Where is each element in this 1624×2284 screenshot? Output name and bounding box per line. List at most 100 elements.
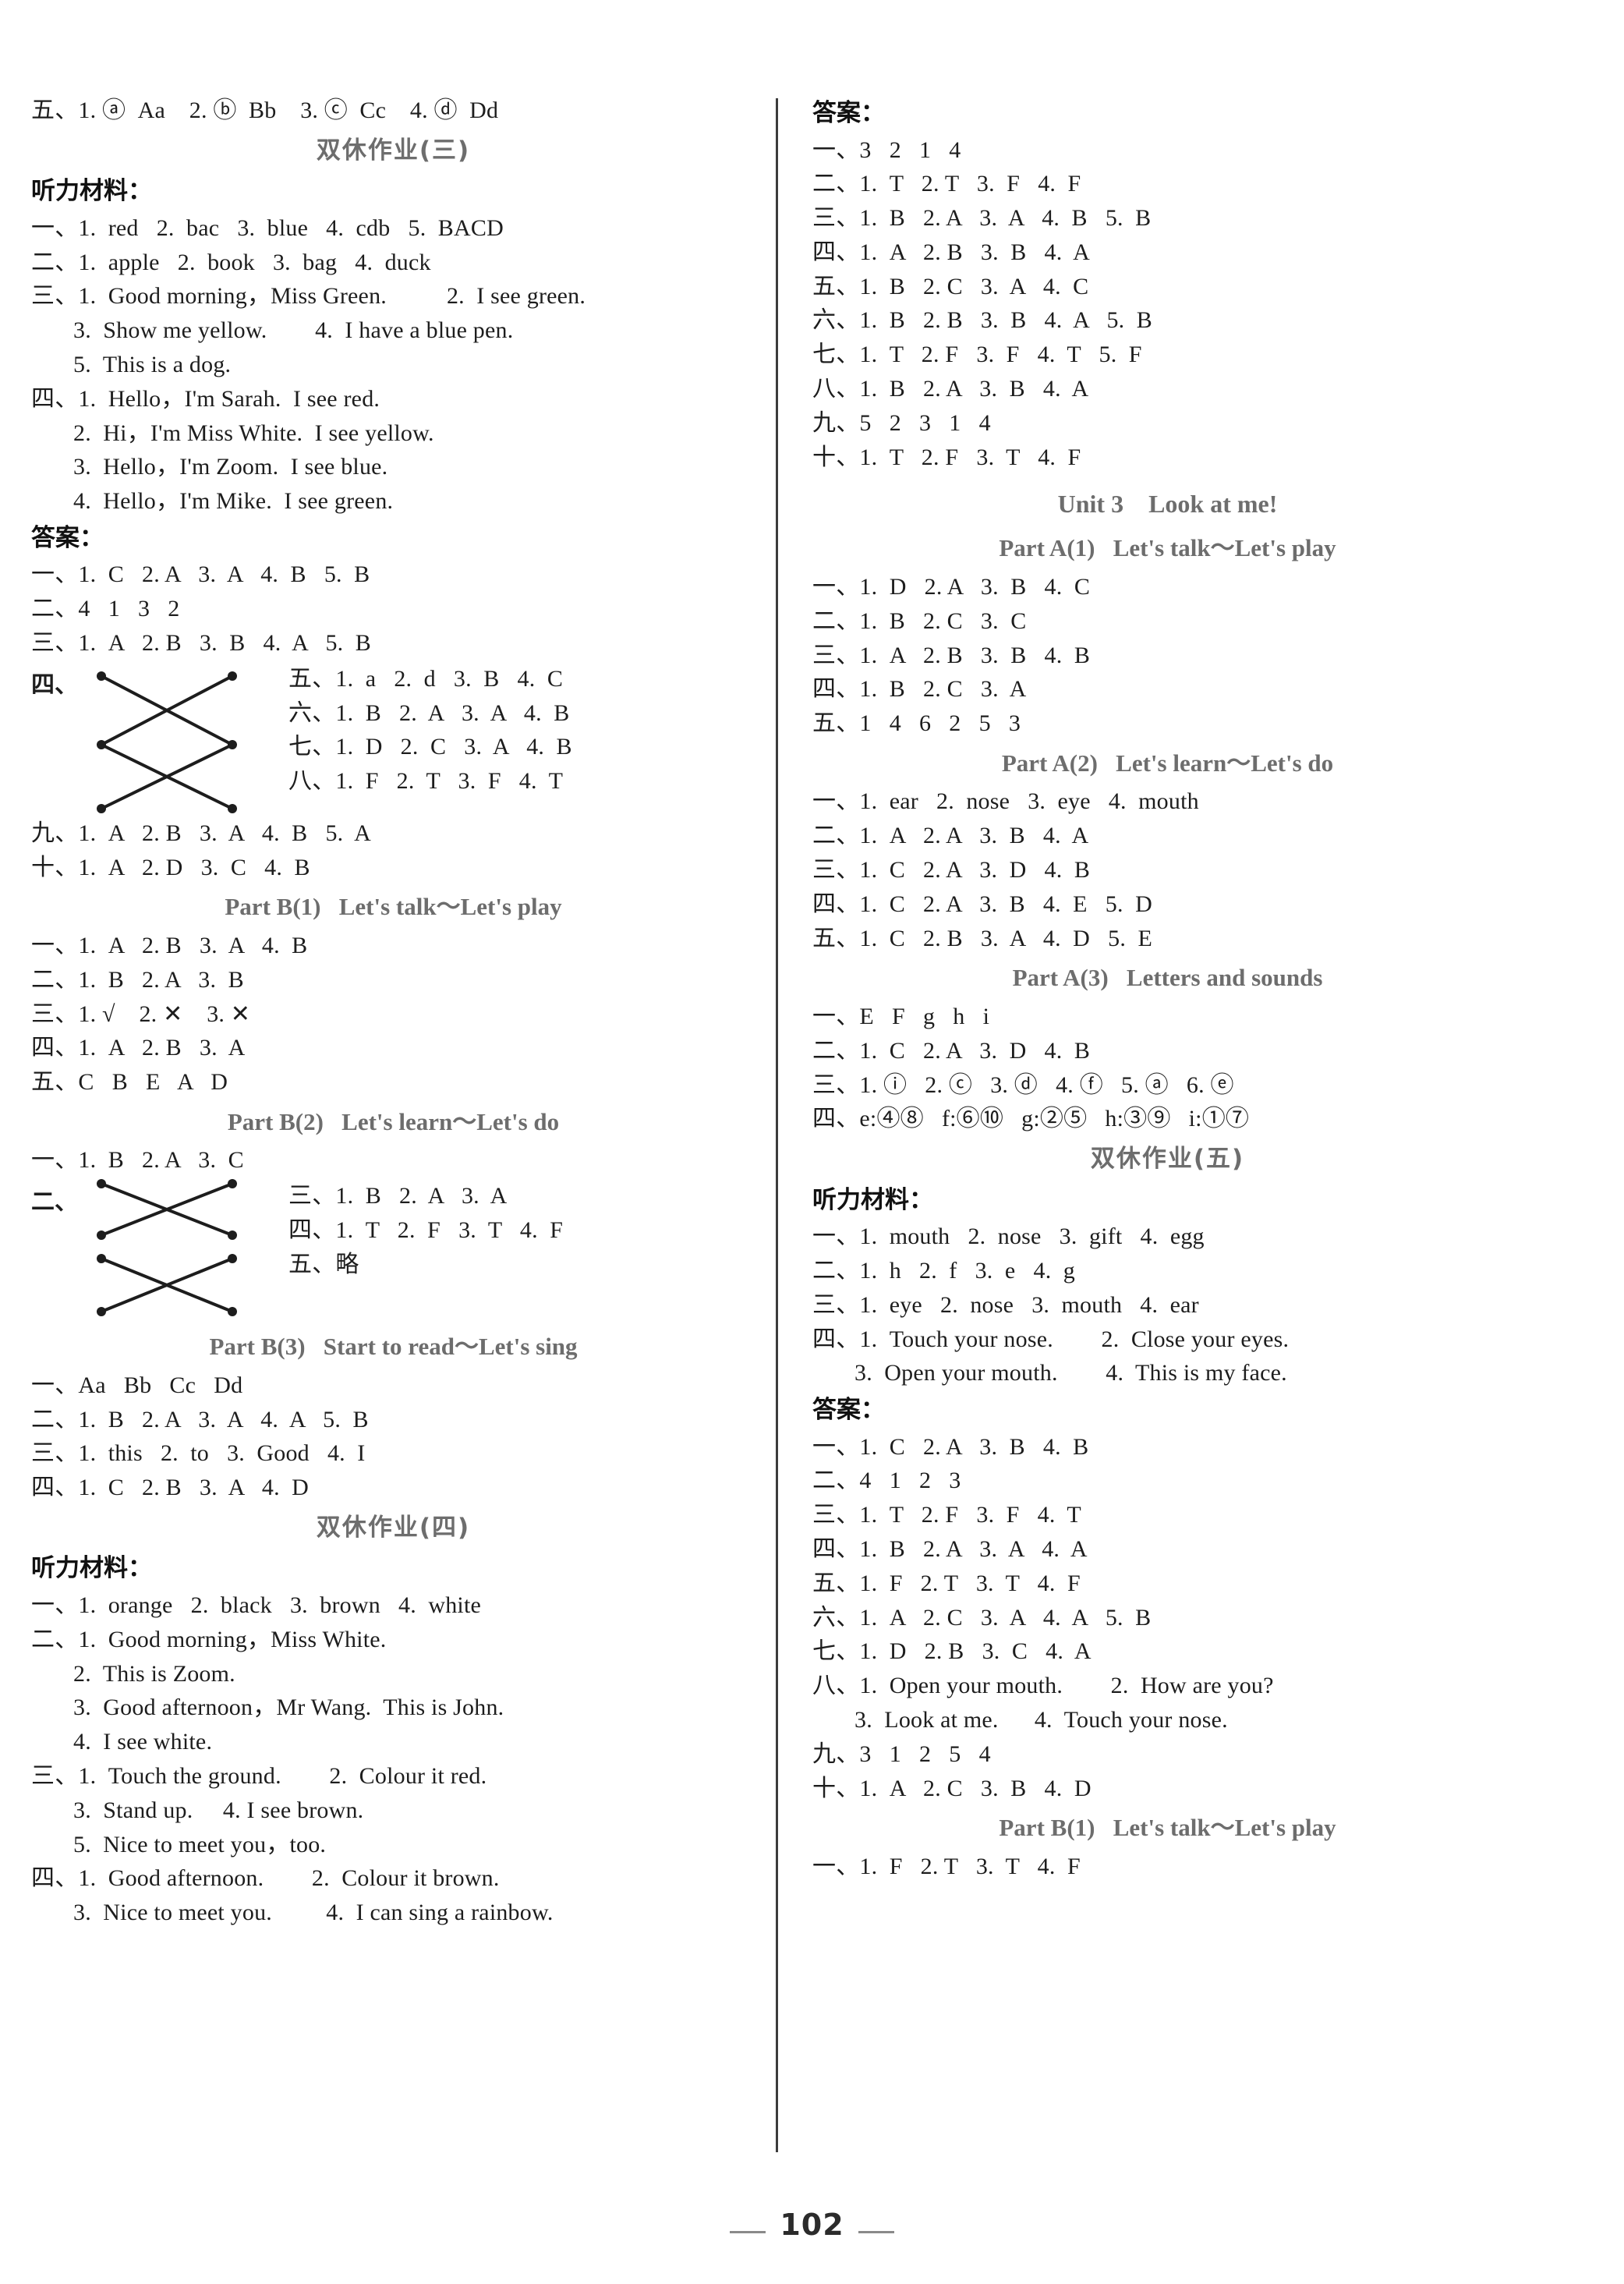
- listening-line: 3. Stand up. 4. I see brown.: [73, 1797, 364, 1823]
- answers-label: 答案：: [31, 523, 104, 552]
- answer-line: 五、1. B 2. C 3. A 4. C: [812, 273, 1089, 299]
- answer-line: 三、1. A 2. B 3. B 4. B: [812, 642, 1091, 668]
- answer-line-circled-numbers: 四、e:④⑧ f:⑥⑩ g:②⑤ h:③⑨ i:①⑦: [812, 1106, 1250, 1132]
- heading-part-b1: Part B(1) Let's talk～Let's play: [999, 1814, 1336, 1842]
- left-column: 五、1. ⓐ Aa 2. ⓑ Bb 3. ⓒ Cc 4. ⓓ Dd 双休作业(三…: [31, 94, 776, 1930]
- listening-line: 四、1. Touch your nose. 2. Close your eyes…: [812, 1326, 1290, 1352]
- listening-line: 二、1. apple 2. book 3. bag 4. duck: [31, 249, 431, 275]
- matching-diagram-2-side-answers: 三、1. B 2. A 3. A 四、1. T 2. F 3. T 4. F 五…: [288, 1177, 755, 1281]
- answer-line: 一、1. F 2. T 3. T 4. F: [812, 1853, 1081, 1879]
- answer-line: 四、1. T 2. F 3. T 4. F: [288, 1217, 564, 1244]
- answer-line: 六、1. B 2. B 3. B 4. A 5. B: [812, 307, 1152, 334]
- page-number: 102: [780, 2208, 844, 2242]
- heading-part-a3: Part A(3) Letters and sounds: [1012, 964, 1323, 992]
- listening-line: 2. This is Zoom.: [73, 1660, 235, 1687]
- answer-line: 二、1. C 2. A 3. D 4. B: [812, 1037, 1091, 1064]
- heading-weekend-assignment-3: 双休作业(三): [316, 136, 471, 165]
- answer-line: 三、1. A 2. B 3. B 4. A 5. B: [31, 630, 371, 657]
- listening-material-label: 听力材料：: [31, 1554, 152, 1583]
- answer-line: 八、1. B 2. A 3. B 4. A: [812, 376, 1089, 402]
- answer-line: 一、1. D 2. A 3. B 4. C: [812, 573, 1091, 600]
- answer-line: 三、1. B 2. A 3. A: [288, 1183, 508, 1209]
- listening-line: 3. Hello，I'm Zoom. I see blue.: [73, 454, 388, 480]
- answer-line-five-letters: 五、1. ⓐ Aa 2. ⓑ Bb 3. ⓒ Cc 4. ⓓ Dd: [31, 97, 499, 123]
- heading-unit-3: Unit 3 Look at me!: [1057, 490, 1278, 519]
- listening-line: 5. This is a dog.: [73, 351, 232, 377]
- answer-line: 二、4 1 2 3: [812, 1468, 961, 1494]
- footer-dash-left: [730, 2230, 766, 2233]
- answer-line: 九、3 1 2 5 4: [812, 1740, 991, 1767]
- two-column-layout: 五、1. ⓐ Aa 2. ⓑ Bb 3. ⓒ Cc 4. ⓓ Dd 双休作业(三…: [31, 94, 1593, 2152]
- answer-line: 二、1. B 2. A 3. A 4. A 5. B: [31, 1406, 369, 1432]
- answer-line: 七、1. D 2. B 3. C 4. A: [812, 1638, 1092, 1665]
- answer-line: 五、1 4 6 2 5 3: [812, 710, 1021, 737]
- answer-line: 七、1. D 2. C 3. A 4. B: [288, 734, 572, 760]
- answer-line: 六、1. A 2. C 3. A 4. A 5. B: [812, 1604, 1152, 1631]
- answer-line: 四、1. C 2. B 3. A 4. D: [31, 1475, 310, 1501]
- footer-dash-right: [858, 2230, 894, 2233]
- answer-line: 四、1. A 2. B 3. A: [31, 1035, 246, 1061]
- answer-line: 三、1. √ 2. ✕ 3. ✕: [31, 1000, 251, 1027]
- listening-line: 5. Nice to meet you，too.: [73, 1831, 327, 1857]
- listening-line: 二、1. Good morning，Miss White.: [31, 1626, 387, 1652]
- listening-line: 三、1. Touch the ground. 2. Colour it red.: [31, 1762, 487, 1789]
- listening-line: 四、1. Hello，I'm Sarah. I see red.: [31, 385, 380, 412]
- listening-line: 3. Show me yellow. 4. I have a blue pen.: [73, 317, 514, 344]
- answer-line: 一、E F g h i: [812, 1003, 990, 1029]
- answers-label: 答案：: [812, 99, 885, 127]
- answer-line: 一、Aa Bb Cc Dd: [31, 1372, 243, 1398]
- listening-line: 4. Hello，I'm Mike. I see green.: [73, 488, 394, 515]
- heading-weekend-assignment-5: 双休作业(五): [1090, 1145, 1245, 1174]
- listening-line: 四、1. Good afternoon. 2. Colour it brown.: [31, 1865, 500, 1892]
- crossing-lines-icon: [97, 1179, 237, 1317]
- listening-line: 3. Good afternoon，Mr Wang. This is John.: [73, 1694, 504, 1721]
- listening-material-label: 听力材料：: [31, 177, 152, 206]
- matching-diagram-2-label: 二、: [31, 1188, 78, 1216]
- answer-line: 一、1. B 2. A 3. C: [31, 1147, 244, 1174]
- answer-line: 3. Look at me. 4. Touch your nose.: [854, 1706, 1228, 1733]
- heading-part-b2: Part B(2) Let's learn～Let's do: [227, 1107, 560, 1135]
- answer-line: 五、1. C 2. B 3. A 4. D 5. E: [812, 925, 1152, 951]
- listening-line: 二、1. h 2. f 3. e 4. g: [812, 1257, 1076, 1284]
- answer-line: 五、略: [288, 1251, 359, 1277]
- listening-line: 三、1. eye 2. nose 3. mouth 4. ear: [812, 1291, 1199, 1318]
- answer-line: 三、1. B 2. A 3. A 4. B 5. B: [812, 205, 1152, 232]
- answers-label: 答案：: [812, 1396, 885, 1425]
- matching-diagram-1-side-answers: 五、1. a 2. d 3. B 4. C 六、1. B 2. A 3. A 4…: [288, 660, 755, 799]
- answer-line: 二、1. T 2. T 3. F 4. F: [812, 171, 1081, 197]
- answer-line: 四、1. C 2. A 3. B 4. E 5. D: [812, 891, 1152, 917]
- heading-part-a1: Part A(1) Let's talk～Let's play: [999, 534, 1336, 562]
- listening-line: 一、1. red 2. bac 3. blue 4. cdb 5. BACD: [31, 214, 504, 241]
- answer-line: 三、1. T 2. F 3. F 4. T: [812, 1502, 1081, 1528]
- matching-diagram-2: 二、: [31, 1177, 288, 1324]
- answer-line: 八、1. Open your mouth. 2. How are you?: [812, 1673, 1274, 1699]
- answer-line: 十、1. A 2. C 3. B 4. D: [812, 1775, 1092, 1801]
- answer-line: 九、1. A 2. B 3. A 4. B 5. A: [31, 820, 371, 846]
- answer-line: 十、1. A 2. D 3. C 4. B: [31, 854, 310, 880]
- crossing-lines-icon: [97, 671, 237, 813]
- answer-line: 六、1. B 2. A 3. A 4. B: [288, 699, 570, 726]
- right-column: 答案： 一、3 2 1 4 二、1. T 2. T 3. F 4. F 三、1.…: [778, 94, 1523, 1884]
- matching-diagram-1: 四、: [31, 660, 288, 816]
- answer-line: 三、1. this 2. to 3. Good 4. I: [31, 1440, 366, 1467]
- answer-line: 二、1. B 2. A 3. B: [31, 966, 244, 993]
- matching-diagram-block-2: 二、 三、1. B 2. A 3. A 四、1. T 2. F 3. T 4. …: [31, 1177, 755, 1324]
- heading-part-b3: Part B(3) Start to read～Let's sing: [209, 1333, 578, 1361]
- matching-diagram-block-1: 四、 五、1. a 2. d 3. B 4. C 六、1. B 2. A 3. …: [31, 660, 755, 816]
- answer-line: 八、1. F 2. T 3. F 4. T: [288, 768, 564, 795]
- answer-line: 一、1. A 2. B 3. A 4. B: [31, 932, 308, 958]
- listening-line: 一、1. mouth 2. nose 3. gift 4. egg: [812, 1223, 1205, 1250]
- listening-line: 2. Hi，I'm Miss White. I see yellow.: [73, 420, 434, 446]
- listening-line: 4. I see white.: [73, 1729, 213, 1755]
- answer-line: 四、1. B 2. A 3. A 4. A: [812, 1536, 1088, 1562]
- listening-material-label: 听力材料：: [812, 1185, 933, 1214]
- matching-diagram-1-label: 四、: [31, 671, 78, 699]
- heading-part-b1: Part B(1) Let's talk～Let's play: [225, 893, 562, 921]
- answer-line: 五、1. a 2. d 3. B 4. C: [288, 665, 564, 692]
- answer-line: 二、1. B 2. C 3. C: [812, 607, 1027, 634]
- answer-line: 二、4 1 3 2: [31, 596, 180, 622]
- heading-part-a2: Part A(2) Let's learn～Let's do: [1001, 749, 1334, 777]
- answer-line: 二、1. A 2. A 3. B 4. A: [812, 823, 1089, 849]
- answer-line: 一、1. ear 2. nose 3. eye 4. mouth: [812, 788, 1199, 815]
- answer-line: 九、5 2 3 1 4: [812, 409, 991, 436]
